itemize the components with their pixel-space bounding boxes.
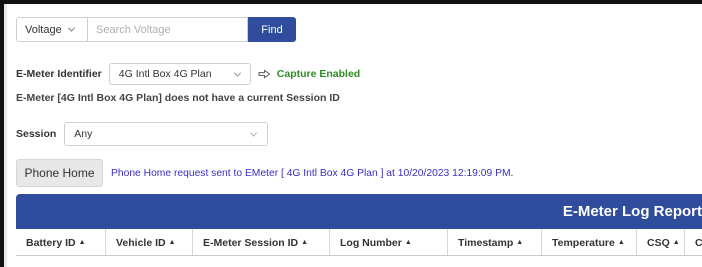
phone-home-row: Phone Home Phone Home request sent to EM… (16, 159, 513, 187)
column-label: Log Number (340, 236, 402, 249)
sort-asc-icon: ▲ (617, 239, 625, 246)
column-label: Cu (695, 236, 702, 249)
column-label: Timestamp (458, 236, 514, 249)
sort-asc-icon: ▲ (516, 239, 524, 246)
search-type-select[interactable]: Voltage (16, 17, 88, 42)
session-value: Any (74, 128, 93, 140)
column-header-csq[interactable]: CSQ ▲ (636, 229, 684, 255)
session-note: E-Meter [4G Intl Box 4G Plan] does not h… (16, 92, 340, 104)
sort-asc-icon: ▲ (78, 239, 86, 246)
chevron-down-icon (233, 71, 241, 77)
column-header-temperature[interactable]: Temperature ▲ (541, 229, 636, 255)
column-label: Temperature (552, 236, 615, 249)
page-edge (4, 4, 7, 267)
sort-asc-icon: ▲ (404, 239, 412, 246)
session-row: Session Any (16, 122, 269, 146)
report-title: E-Meter Log Report (562, 203, 702, 220)
chevron-down-icon (250, 131, 258, 137)
report-column-headers: Battery ID ▲ Vehicle ID ▲ E-Meter Sessio… (16, 229, 702, 256)
chevron-down-icon (67, 27, 75, 32)
column-header-emeter-session-id[interactable]: E-Meter Session ID ▲ (192, 229, 329, 255)
sort-asc-icon: ▲ (301, 239, 309, 246)
capture-status: Capture Enabled (276, 68, 361, 80)
search-type-value: Voltage (25, 23, 62, 36)
window-frame-top (0, 0, 702, 4)
column-header-battery-id[interactable]: Battery ID ▲ (16, 229, 105, 255)
arrow-right-icon (258, 69, 270, 79)
column-label: Battery ID (26, 236, 76, 249)
column-header-log-number[interactable]: Log Number ▲ (329, 229, 447, 255)
column-header-vehicle-id[interactable]: Vehicle ID ▲ (105, 229, 192, 255)
column-label: E-Meter Session ID (203, 236, 299, 249)
phone-home-button[interactable]: Phone Home (16, 159, 103, 187)
session-select[interactable]: Any (64, 122, 269, 146)
emeter-identifier-select[interactable]: 4G Intl Box 4G Plan (108, 63, 251, 85)
column-label: CSQ (647, 236, 670, 249)
column-header-timestamp[interactable]: Timestamp ▲ (447, 229, 541, 255)
emeter-identifier-value: 4G Intl Box 4G Plan (118, 68, 212, 80)
phone-home-message: Phone Home request sent to EMeter [ 4G I… (111, 167, 514, 179)
column-header-cu[interactable]: Cu (684, 229, 702, 255)
find-button[interactable]: Find (248, 17, 296, 42)
report-header: E-Meter Log Report (16, 194, 702, 229)
search-bar: Voltage Find (16, 17, 296, 42)
sort-asc-icon: ▲ (168, 239, 176, 246)
emeter-identifier-label: E-Meter Identifier (16, 68, 102, 80)
column-label: Vehicle ID (116, 236, 166, 249)
emeter-identifier-row: E-Meter Identifier 4G Intl Box 4G Plan C… (16, 63, 360, 85)
session-label: Session (16, 128, 57, 140)
search-input[interactable] (88, 17, 248, 42)
sort-asc-icon: ▲ (672, 239, 680, 246)
